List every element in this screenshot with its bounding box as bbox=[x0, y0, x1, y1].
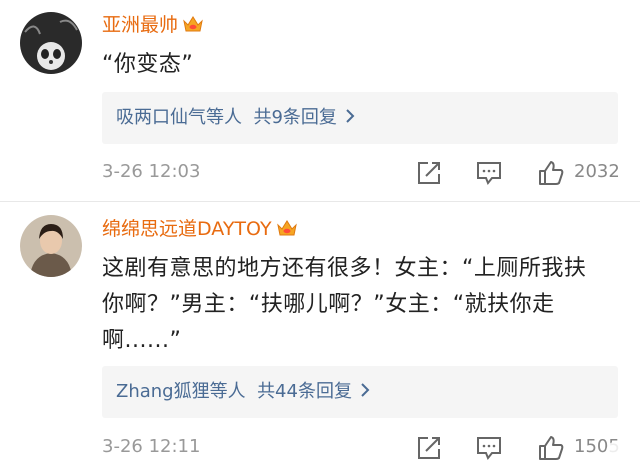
comment-footer: 3-26 12:03 2032 bbox=[102, 152, 620, 192]
comment-icon[interactable] bbox=[476, 435, 502, 461]
share-icon[interactable] bbox=[416, 160, 442, 186]
reply-count: 共44条回复 bbox=[257, 381, 352, 402]
reply-count: 共9条回复 bbox=[253, 107, 337, 128]
reply-summary: 吸两口仙气等人 bbox=[116, 107, 242, 128]
reply-summary: Zhang狐狸等人 bbox=[116, 381, 246, 402]
watermark bbox=[606, 441, 632, 465]
comment-content: “你变态” bbox=[102, 47, 620, 83]
avatar[interactable] bbox=[20, 12, 82, 74]
username[interactable]: 绵绵思远道DAYTOY bbox=[102, 217, 298, 244]
comment-2: 绵绵思远道DAYTOY 这剧有意思的地方还有很多！女主：“上厕所我扶 你啊？”男… bbox=[0, 202, 640, 469]
timestamp: 3-26 12:03 bbox=[102, 161, 201, 182]
like-icon[interactable] bbox=[538, 160, 564, 186]
content-line: 你啊？”男主：“扶哪儿啊？”女主：“就扶你走 bbox=[102, 292, 555, 317]
content-line: 啊......” bbox=[102, 328, 182, 353]
avatar[interactable] bbox=[20, 215, 82, 277]
crown-vip-icon bbox=[182, 14, 204, 40]
replies-link[interactable]: Zhang狐狸等人 共44条回复 bbox=[102, 366, 618, 418]
content-line: 这剧有意思的地方还有很多！女主：“上厕所我扶 bbox=[102, 256, 587, 281]
watermark-logo-icon bbox=[606, 441, 628, 463]
comment-content: 这剧有意思的地方还有很多！女主：“上厕所我扶 你啊？”男主：“扶哪儿啊？”女主：… bbox=[102, 251, 620, 359]
username-text[interactable]: 亚洲最帅 bbox=[102, 14, 178, 36]
comment-icon[interactable] bbox=[476, 160, 502, 186]
chevron-right-icon bbox=[360, 366, 370, 418]
like-icon[interactable] bbox=[538, 435, 564, 461]
content-line: “你变态” bbox=[102, 52, 194, 77]
timestamp: 3-26 12:11 bbox=[102, 436, 201, 457]
comment-1: 亚洲最帅 “你变态” 吸两口仙气等人 共9条回复 3-26 12:03 2032 bbox=[0, 0, 640, 196]
share-icon[interactable] bbox=[416, 435, 442, 461]
replies-link[interactable]: 吸两口仙气等人 共9条回复 bbox=[102, 92, 618, 144]
like-count: 2032 bbox=[574, 161, 620, 182]
username[interactable]: 亚洲最帅 bbox=[102, 13, 204, 40]
chevron-right-icon bbox=[345, 92, 355, 144]
comment-footer: 3-26 12:11 1505 bbox=[102, 427, 620, 467]
crown-vip-icon bbox=[276, 218, 298, 244]
username-text[interactable]: 绵绵思远道DAYTOY bbox=[102, 218, 272, 240]
